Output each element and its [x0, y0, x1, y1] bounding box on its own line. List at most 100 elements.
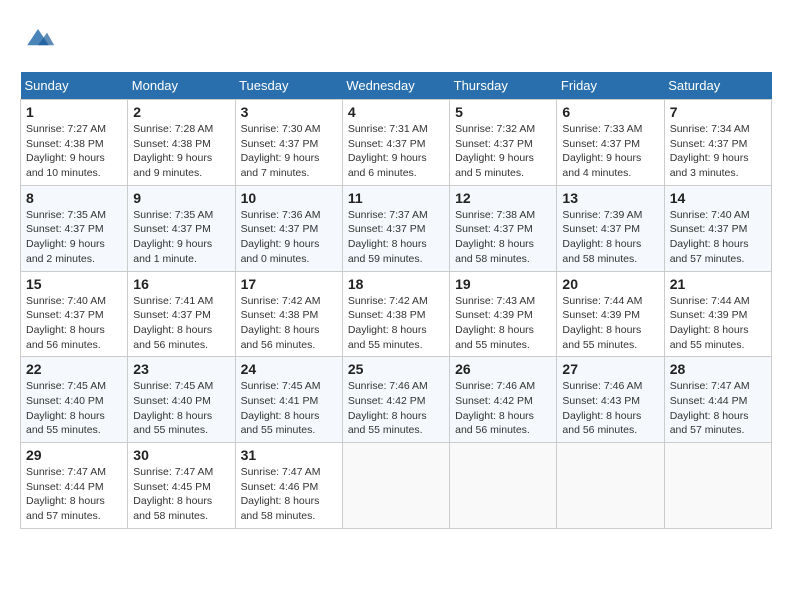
day-info: Sunrise: 7:40 AMSunset: 4:37 PMDaylight:…	[26, 294, 122, 353]
calendar-cell: 14Sunrise: 7:40 AMSunset: 4:37 PMDayligh…	[664, 185, 771, 271]
day-info: Sunrise: 7:36 AMSunset: 4:37 PMDaylight:…	[241, 208, 337, 267]
day-number: 4	[348, 104, 444, 120]
day-number: 22	[26, 361, 122, 377]
calendar-cell: 22 Sunrise: 7:45 AMSunset: 4:40 PMDayligh…	[21, 357, 128, 443]
calendar-cell: 17 Sunrise: 7:42 AMSunset: 4:38 PMDayligh…	[235, 271, 342, 357]
logo-icon	[20, 20, 56, 56]
calendar-cell: 5 Sunrise: 7:32 AMSunset: 4:37 PMDaylight…	[450, 100, 557, 186]
day-info: Sunrise: 7:46 AMSunset: 4:43 PMDaylight:…	[562, 379, 658, 438]
day-number: 28	[670, 361, 766, 377]
day-info: Sunrise: 7:38 AMSunset: 4:37 PMDaylight:…	[455, 208, 551, 267]
calendar-cell: 9 Sunrise: 7:35 AMSunset: 4:37 PMDaylight…	[128, 185, 235, 271]
day-number: 1	[26, 104, 122, 120]
day-number: 6	[562, 104, 658, 120]
day-number: 19	[455, 276, 551, 292]
day-number: 10	[241, 190, 337, 206]
day-number: 30	[133, 447, 229, 463]
day-info: Sunrise: 7:35 AMSunset: 4:37 PMDaylight:…	[26, 208, 122, 267]
day-number: 5	[455, 104, 551, 120]
calendar-cell: 3 Sunrise: 7:30 AMSunset: 4:37 PMDaylight…	[235, 100, 342, 186]
calendar-cell: 26 Sunrise: 7:46 AMSunset: 4:42 PMDayligh…	[450, 357, 557, 443]
day-info: Sunrise: 7:35 AMSunset: 4:37 PMDaylight:…	[133, 208, 229, 267]
calendar-cell: 19 Sunrise: 7:43 AMSunset: 4:39 PMDayligh…	[450, 271, 557, 357]
day-info: Sunrise: 7:33 AMSunset: 4:37 PMDaylight:…	[562, 122, 658, 181]
calendar-cell: 24 Sunrise: 7:45 AMSunset: 4:41 PMDayligh…	[235, 357, 342, 443]
calendar-cell: 12 Sunrise: 7:38 AMSunset: 4:37 PMDayligh…	[450, 185, 557, 271]
day-number: 15	[26, 276, 122, 292]
calendar-cell: 28 Sunrise: 7:47 AMSunset: 4:44 PMDayligh…	[664, 357, 771, 443]
calendar-cell	[557, 443, 664, 529]
day-info: Sunrise: 7:43 AMSunset: 4:39 PMDaylight:…	[455, 294, 551, 353]
calendar-week-row: 29 Sunrise: 7:47 AMSunset: 4:44 PMDayligh…	[21, 443, 772, 529]
day-info: Sunrise: 7:47 AMSunset: 4:46 PMDaylight:…	[241, 465, 337, 524]
page-header	[20, 20, 772, 56]
day-number: 7	[670, 104, 766, 120]
day-number: 27	[562, 361, 658, 377]
calendar-cell: 18Sunrise: 7:42 AMSunset: 4:38 PMDayligh…	[342, 271, 449, 357]
calendar-cell: 30 Sunrise: 7:47 AMSunset: 4:45 PMDayligh…	[128, 443, 235, 529]
calendar-cell: 20Sunrise: 7:44 AMSunset: 4:39 PMDayligh…	[557, 271, 664, 357]
day-number: 17	[241, 276, 337, 292]
weekday-header: Tuesday	[235, 72, 342, 100]
weekday-header: Thursday	[450, 72, 557, 100]
calendar-cell	[664, 443, 771, 529]
day-number: 25	[348, 361, 444, 377]
calendar-cell: 2 Sunrise: 7:28 AMSunset: 4:38 PMDaylight…	[128, 100, 235, 186]
weekday-header: Sunday	[21, 72, 128, 100]
weekday-header-row: SundayMondayTuesdayWednesdayThursdayFrid…	[21, 72, 772, 100]
calendar-cell: 27 Sunrise: 7:46 AMSunset: 4:43 PMDayligh…	[557, 357, 664, 443]
calendar-cell: 6 Sunrise: 7:33 AMSunset: 4:37 PMDaylight…	[557, 100, 664, 186]
calendar-week-row: 15 Sunrise: 7:40 AMSunset: 4:37 PMDayligh…	[21, 271, 772, 357]
day-info: Sunrise: 7:32 AMSunset: 4:37 PMDaylight:…	[455, 122, 551, 181]
day-info: Sunrise: 7:44 AMSunset: 4:39 PMDaylight:…	[670, 294, 766, 353]
day-info: Sunrise: 7:30 AMSunset: 4:37 PMDaylight:…	[241, 122, 337, 181]
day-number: 21	[670, 276, 766, 292]
day-number: 3	[241, 104, 337, 120]
day-number: 31	[241, 447, 337, 463]
day-info: Sunrise: 7:31 AMSunset: 4:37 PMDaylight:…	[348, 122, 444, 181]
day-number: 26	[455, 361, 551, 377]
day-info: Sunrise: 7:39 AMSunset: 4:37 PMDaylight:…	[562, 208, 658, 267]
calendar-cell: 15 Sunrise: 7:40 AMSunset: 4:37 PMDayligh…	[21, 271, 128, 357]
day-info: Sunrise: 7:45 AMSunset: 4:40 PMDaylight:…	[26, 379, 122, 438]
calendar-cell: 7 Sunrise: 7:34 AMSunset: 4:37 PMDaylight…	[664, 100, 771, 186]
calendar-cell: 29 Sunrise: 7:47 AMSunset: 4:44 PMDayligh…	[21, 443, 128, 529]
calendar-cell: 21 Sunrise: 7:44 AMSunset: 4:39 PMDayligh…	[664, 271, 771, 357]
calendar-cell: 25 Sunrise: 7:46 AMSunset: 4:42 PMDayligh…	[342, 357, 449, 443]
weekday-header: Saturday	[664, 72, 771, 100]
day-info: Sunrise: 7:37 AMSunset: 4:37 PMDaylight:…	[348, 208, 444, 267]
day-number: 29	[26, 447, 122, 463]
day-info: Sunrise: 7:47 AMSunset: 4:44 PMDaylight:…	[26, 465, 122, 524]
day-number: 2	[133, 104, 229, 120]
calendar-cell	[342, 443, 449, 529]
calendar-cell: 31 Sunrise: 7:47 AMSunset: 4:46 PMDayligh…	[235, 443, 342, 529]
day-number: 16	[133, 276, 229, 292]
day-number: 24	[241, 361, 337, 377]
day-info: Sunrise: 7:27 AMSunset: 4:38 PMDaylight:…	[26, 122, 122, 181]
day-info: Sunrise: 7:42 AMSunset: 4:38 PMDaylight:…	[241, 294, 337, 353]
day-info: Sunrise: 7:34 AMSunset: 4:37 PMDaylight:…	[670, 122, 766, 181]
weekday-header: Monday	[128, 72, 235, 100]
calendar-cell: 1 Sunrise: 7:27 AMSunset: 4:38 PMDaylight…	[21, 100, 128, 186]
day-info: Sunrise: 7:47 AMSunset: 4:45 PMDaylight:…	[133, 465, 229, 524]
day-info: Sunrise: 7:28 AMSunset: 4:38 PMDaylight:…	[133, 122, 229, 181]
day-number: 18	[348, 276, 444, 292]
calendar-cell: 23Sunrise: 7:45 AMSunset: 4:40 PMDayligh…	[128, 357, 235, 443]
day-number: 20	[562, 276, 658, 292]
day-number: 9	[133, 190, 229, 206]
calendar-cell: 4 Sunrise: 7:31 AMSunset: 4:37 PMDaylight…	[342, 100, 449, 186]
calendar-week-row: 22 Sunrise: 7:45 AMSunset: 4:40 PMDayligh…	[21, 357, 772, 443]
day-number: 13	[562, 190, 658, 206]
day-number: 8	[26, 190, 122, 206]
day-number: 12	[455, 190, 551, 206]
day-info: Sunrise: 7:47 AMSunset: 4:44 PMDaylight:…	[670, 379, 766, 438]
day-info: Sunrise: 7:46 AMSunset: 4:42 PMDaylight:…	[455, 379, 551, 438]
calendar-cell: 10 Sunrise: 7:36 AMSunset: 4:37 PMDayligh…	[235, 185, 342, 271]
day-info: Sunrise: 7:45 AMSunset: 4:40 PMDaylight:…	[133, 379, 229, 438]
day-number: 11	[348, 190, 444, 206]
day-info: Sunrise: 7:46 AMSunset: 4:42 PMDaylight:…	[348, 379, 444, 438]
day-info: Sunrise: 7:45 AMSunset: 4:41 PMDaylight:…	[241, 379, 337, 438]
calendar-week-row: 1 Sunrise: 7:27 AMSunset: 4:38 PMDaylight…	[21, 100, 772, 186]
calendar-cell: 13 Sunrise: 7:39 AMSunset: 4:37 PMDayligh…	[557, 185, 664, 271]
weekday-header: Wednesday	[342, 72, 449, 100]
